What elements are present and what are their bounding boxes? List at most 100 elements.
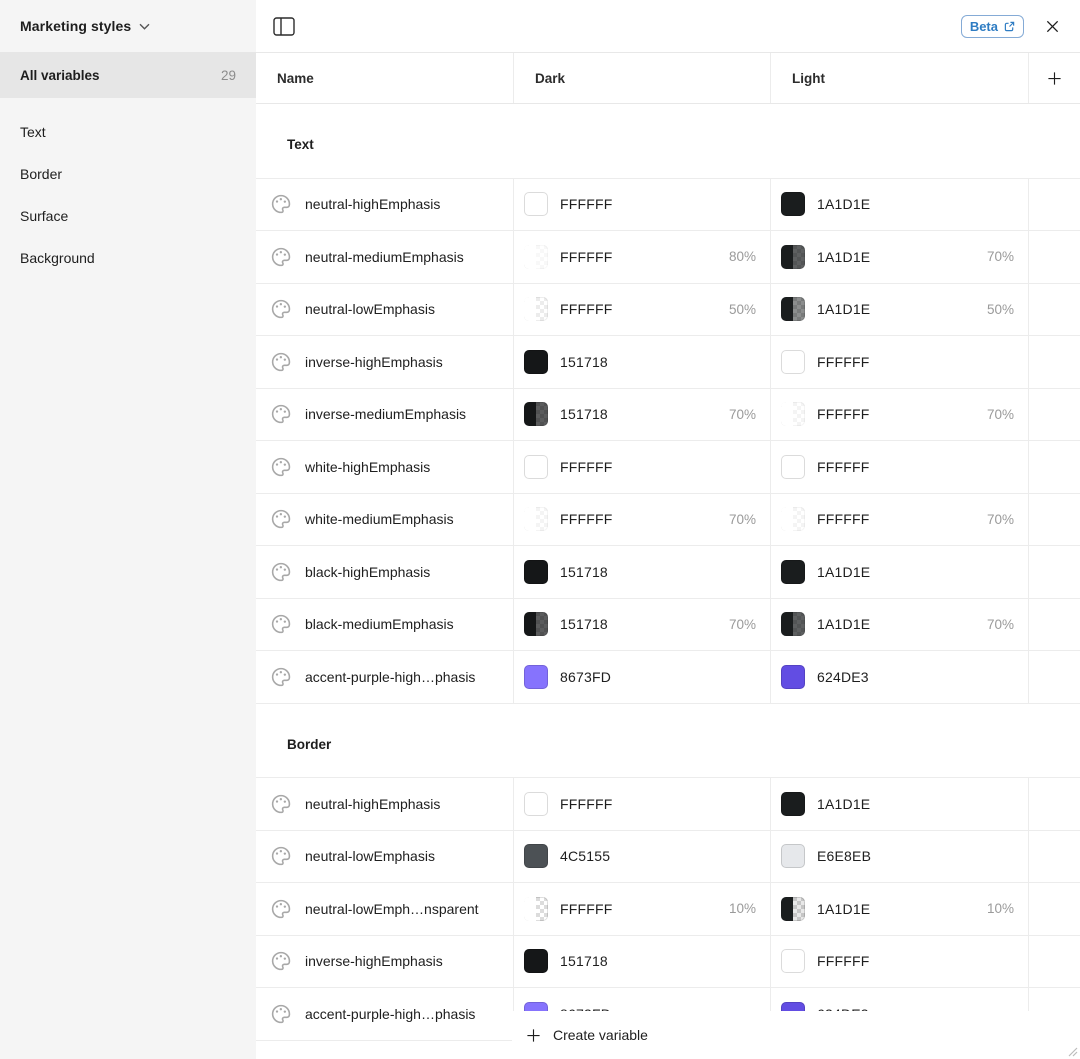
- resize-grip[interactable]: [1068, 1047, 1078, 1057]
- sidebar-item-text[interactable]: Text: [0, 111, 256, 153]
- variable-name-cell[interactable]: black-highEmphasis: [256, 546, 513, 598]
- variable-row: black-highEmphasis 151718 1A1D1E: [256, 546, 1080, 599]
- value-cell-light[interactable]: FFFFFF70%: [770, 494, 1028, 546]
- value-cell-dark[interactable]: FFFFFF80%: [513, 231, 770, 283]
- color-swatch-dark: [524, 792, 548, 816]
- value-cell-dark[interactable]: 151718: [513, 336, 770, 388]
- value-cell-light[interactable]: 1A1D1E10%: [770, 883, 1028, 935]
- variable-row: white-mediumEmphasis FFFFFF70%FFFFFF70%: [256, 494, 1080, 547]
- value-cell-light[interactable]: 1A1D1E: [770, 179, 1028, 231]
- hex-value: FFFFFF: [560, 511, 613, 527]
- group-heading: Text: [256, 104, 1080, 178]
- variable-name-cell[interactable]: inverse-mediumEmphasis: [256, 389, 513, 441]
- hex-value: 1A1D1E: [817, 249, 870, 265]
- swatch-alpha-half: [536, 507, 548, 531]
- swatch-alpha-half: [536, 245, 548, 269]
- value-cell-light[interactable]: 1A1D1E: [770, 778, 1028, 830]
- swatch-alpha-half: [536, 897, 548, 921]
- variable-name: neutral-mediumEmphasis: [305, 249, 464, 265]
- color-palette-icon: [270, 561, 292, 583]
- value-cell-dark[interactable]: 151718: [513, 936, 770, 988]
- add-mode-button[interactable]: [1028, 53, 1080, 103]
- color-palette-icon: [270, 845, 292, 867]
- sidebar-item-label: Background: [20, 250, 95, 266]
- value-cell-dark[interactable]: 15171870%: [513, 389, 770, 441]
- variable-name-cell[interactable]: neutral-mediumEmphasis: [256, 231, 513, 283]
- variable-row: neutral-mediumEmphasis FFFFFF80% 1A1D1E 70%: [256, 231, 1080, 284]
- value-cell-dark[interactable]: 8673FD: [513, 651, 770, 703]
- variable-name-cell[interactable]: white-highEmphasis: [256, 441, 513, 493]
- beta-badge[interactable]: Beta: [961, 15, 1024, 38]
- sidebar-item-all-variables[interactable]: All variables 29: [0, 52, 256, 98]
- variable-name-cell[interactable]: inverse-highEmphasis: [256, 936, 513, 988]
- value-cell-light[interactable]: 1A1D1E 50%: [770, 284, 1028, 336]
- variable-name-cell[interactable]: neutral-lowEmphasis: [256, 831, 513, 883]
- hex-value: 624DE3: [817, 669, 869, 685]
- swatch-alpha-half: [793, 612, 805, 636]
- variable-name: white-mediumEmphasis: [305, 511, 454, 527]
- all-variables-count: 29: [221, 68, 236, 83]
- new-mode-cell: [1028, 494, 1080, 546]
- opacity-value: 80%: [729, 249, 756, 264]
- color-palette-icon: [270, 298, 292, 320]
- value-cell-light[interactable]: FFFFFF: [770, 936, 1028, 988]
- opacity-value: 70%: [987, 249, 1014, 264]
- hex-value: FFFFFF: [817, 953, 870, 969]
- variable-name-cell[interactable]: black-mediumEmphasis: [256, 599, 513, 651]
- variable-name: white-highEmphasis: [305, 459, 430, 475]
- group-rows: neutral-highEmphasis FFFFFF 1A1D1E neutral-…: [256, 178, 1080, 704]
- variable-name-cell[interactable]: neutral-highEmphasis: [256, 778, 513, 830]
- value-cell-dark[interactable]: FFFFFF10%: [513, 883, 770, 935]
- variable-name-cell[interactable]: accent-purple-high…phasis: [256, 988, 513, 1040]
- value-cell-dark[interactable]: FFFFFF50%: [513, 284, 770, 336]
- sidebar-item-background[interactable]: Background: [0, 237, 256, 279]
- value-cell-dark[interactable]: 151718: [513, 546, 770, 598]
- color-swatch-light: [781, 245, 805, 269]
- toggle-sidebar-button[interactable]: [272, 14, 296, 38]
- value-cell-light[interactable]: FFFFFF: [770, 441, 1028, 493]
- variable-name-cell[interactable]: neutral-highEmphasis: [256, 179, 513, 231]
- value-cell-dark[interactable]: FFFFFF70%: [513, 494, 770, 546]
- new-mode-cell: [1028, 336, 1080, 388]
- hex-value: 151718: [560, 564, 608, 580]
- variable-name-cell[interactable]: neutral-lowEmph…nsparent: [256, 883, 513, 935]
- swatch-alpha-half: [536, 297, 548, 321]
- value-cell-light[interactable]: FFFFFF: [770, 336, 1028, 388]
- value-cell-dark[interactable]: FFFFFF: [513, 179, 770, 231]
- value-cell-light[interactable]: 1A1D1E: [770, 546, 1028, 598]
- create-variable-footer[interactable]: Create variable: [512, 1011, 1080, 1059]
- new-mode-cell: [1028, 231, 1080, 283]
- new-mode-cell: [1028, 883, 1080, 935]
- collection-selector[interactable]: Marketing styles: [0, 0, 256, 52]
- opacity-value: 50%: [987, 302, 1014, 317]
- value-cell-light[interactable]: 624DE3: [770, 651, 1028, 703]
- color-swatch-light: [781, 844, 805, 868]
- sidebar-item-border[interactable]: Border: [0, 153, 256, 195]
- swatch-alpha-half: [793, 245, 805, 269]
- value-cell-light[interactable]: 1A1D1E 70%: [770, 231, 1028, 283]
- sidebar-item-surface[interactable]: Surface: [0, 195, 256, 237]
- value-cell-dark[interactable]: 15171870%: [513, 599, 770, 651]
- variable-name-cell[interactable]: white-mediumEmphasis: [256, 494, 513, 546]
- variable-name-cell[interactable]: inverse-highEmphasis: [256, 336, 513, 388]
- hex-value: 1A1D1E: [817, 301, 870, 317]
- hex-value: FFFFFF: [560, 196, 613, 212]
- color-palette-icon: [270, 898, 292, 920]
- value-cell-dark[interactable]: FFFFFF: [513, 778, 770, 830]
- variable-name: neutral-lowEmphasis: [305, 301, 435, 317]
- value-cell-dark[interactable]: FFFFFF: [513, 441, 770, 493]
- column-header-dark[interactable]: Dark: [513, 53, 770, 103]
- swatch-solid-half: [781, 897, 793, 921]
- column-header-light[interactable]: Light: [770, 53, 1028, 103]
- color-palette-icon: [270, 950, 292, 972]
- value-cell-light[interactable]: FFFFFF70%: [770, 389, 1028, 441]
- close-panel-button[interactable]: [1040, 14, 1064, 38]
- variable-name-cell[interactable]: neutral-lowEmphasis: [256, 284, 513, 336]
- new-mode-cell: [1028, 546, 1080, 598]
- value-cell-light[interactable]: E6E8EB: [770, 831, 1028, 883]
- color-swatch-light: [781, 792, 805, 816]
- variable-name-cell[interactable]: accent-purple-high…phasis: [256, 651, 513, 703]
- value-cell-light[interactable]: 1A1D1E70%: [770, 599, 1028, 651]
- color-swatch-dark: [524, 192, 548, 216]
- value-cell-dark[interactable]: 4C5155: [513, 831, 770, 883]
